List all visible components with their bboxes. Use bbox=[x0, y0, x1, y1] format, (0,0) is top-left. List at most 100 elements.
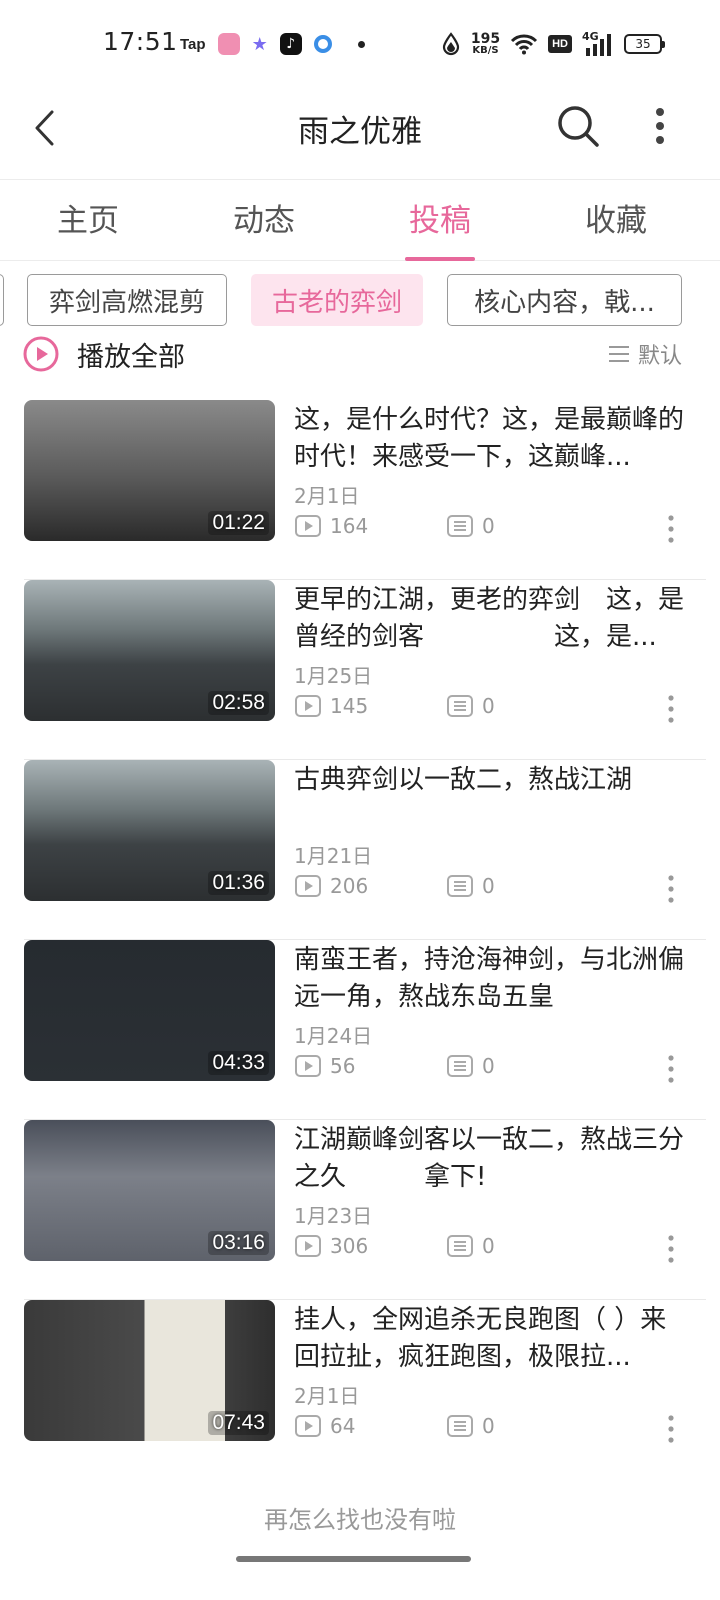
more-notifications-dot bbox=[357, 40, 365, 48]
more-vertical-icon[interactable] bbox=[664, 514, 678, 544]
tab-home[interactable]: 主页 bbox=[0, 181, 176, 261]
view-count: 306 bbox=[294, 1232, 368, 1260]
comment-count: 0 bbox=[446, 872, 495, 900]
search-icon bbox=[558, 106, 599, 147]
net-speed: 195 KB/S bbox=[470, 31, 501, 56]
more-vertical-icon[interactable] bbox=[664, 1414, 678, 1444]
comment-icon bbox=[447, 1055, 473, 1077]
video-item[interactable]: 07:43 挂人，全网追杀无良跑图（ ）来回拉扯，疯狂跑图，极限拉... 2月1日 6… bbox=[0, 1300, 720, 1480]
video-date: 1月23日 bbox=[294, 1204, 373, 1228]
video-thumbnail[interactable]: 07:43 bbox=[24, 1300, 275, 1441]
end-of-list-text: 再怎么找也没有啦 bbox=[264, 1506, 456, 1534]
more-vertical-icon[interactable] bbox=[664, 1234, 678, 1264]
chip-collection-1[interactable]: 弈剑高燃混剪 bbox=[27, 274, 227, 326]
video-duration: 02:58 bbox=[208, 691, 269, 715]
video-stats: 64 0 bbox=[294, 1412, 694, 1440]
video-item[interactable]: 03:16 江湖巅峰剑客以一敌二，熬战三分之久 拿下! 1月23日 306 0 bbox=[0, 1120, 720, 1300]
view-count: 56 bbox=[294, 1052, 355, 1080]
home-indicator[interactable] bbox=[236, 1556, 471, 1562]
comment-icon bbox=[447, 695, 473, 717]
comment-icon bbox=[447, 515, 473, 537]
active-tab-indicator bbox=[405, 257, 475, 261]
cellular-signal-icon: 4G bbox=[582, 30, 614, 56]
comment-icon bbox=[447, 875, 473, 897]
video-title[interactable]: 江湖巅峰剑客以一敌二，熬战三分之久 拿下! bbox=[294, 1122, 686, 1196]
video-stats: 145 0 bbox=[294, 692, 694, 720]
video-date: 2月1日 bbox=[294, 1384, 360, 1408]
video-stats: 56 0 bbox=[294, 1052, 694, 1080]
more-options-button[interactable] bbox=[642, 102, 678, 150]
comment-count: 0 bbox=[446, 512, 495, 540]
play-all-button[interactable]: 播放全部 bbox=[77, 335, 185, 374]
video-duration: 04:33 bbox=[208, 1051, 269, 1075]
status-bar: 17:51 Tap ★ ♪ 195 KB/S HD 4G 35 bbox=[0, 0, 720, 88]
tab-dynamics[interactable]: 动态 bbox=[176, 181, 352, 261]
sort-button[interactable]: 默认 bbox=[608, 338, 682, 370]
video-title[interactable]: 更早的江湖，更老的弈剑 这，是曾经的剑客 这，是... bbox=[294, 582, 686, 656]
taptap-icon: Tap bbox=[180, 35, 206, 53]
view-count: 145 bbox=[294, 692, 368, 720]
video-stats: 306 0 bbox=[294, 1232, 694, 1260]
chip-previous[interactable] bbox=[0, 274, 4, 326]
video-thumbnail[interactable]: 01:36 bbox=[24, 760, 275, 901]
page-title: 雨之优雅 bbox=[298, 114, 422, 150]
tab-uploads[interactable]: 投稿 bbox=[352, 181, 528, 261]
video-duration: 01:22 bbox=[208, 511, 269, 535]
notification-icons: Tap ★ ♪ bbox=[180, 30, 365, 58]
play-count-icon bbox=[295, 1055, 321, 1077]
play-count-icon bbox=[295, 1235, 321, 1257]
video-title[interactable]: 古典弈剑以一敌二，熬战江湖 bbox=[294, 762, 686, 836]
video-thumbnail[interactable]: 02:58 bbox=[24, 580, 275, 721]
chip-collection-3[interactable]: 核心内容，戟... bbox=[447, 274, 682, 326]
video-stats: 206 0 bbox=[294, 872, 694, 900]
comment-icon bbox=[447, 1235, 473, 1257]
bilibili-app-icon bbox=[217, 33, 240, 55]
video-date: 2月1日 bbox=[294, 484, 360, 508]
video-item[interactable]: 02:58 更早的江湖，更老的弈剑 这，是曾经的剑客 这，是... 1月25日 145… bbox=[0, 580, 720, 760]
hd-badge: HD bbox=[548, 35, 572, 53]
status-time: 17:51 bbox=[103, 27, 178, 56]
video-title[interactable]: 南蛮王者，持沧海神剑，与北洲偏远一角，熬战东岛五皇 bbox=[294, 942, 686, 1016]
view-count: 206 bbox=[294, 872, 368, 900]
play-count-icon bbox=[295, 695, 321, 717]
play-count-icon bbox=[295, 515, 321, 537]
comment-count: 0 bbox=[446, 1052, 495, 1080]
sort-lines-icon bbox=[608, 346, 629, 362]
video-item[interactable]: 01:36 古典弈剑以一敌二，熬战江湖 1月21日 206 0 bbox=[0, 760, 720, 940]
video-date: 1月25日 bbox=[294, 664, 373, 688]
comment-count: 0 bbox=[446, 1232, 495, 1260]
wifi-icon bbox=[511, 34, 538, 55]
video-thumbnail[interactable]: 01:22 bbox=[24, 400, 275, 541]
video-item[interactable]: 04:33 南蛮王者，持沧海神剑，与北洲偏远一角，熬战东岛五皇 1月24日 56 0 bbox=[0, 940, 720, 1120]
video-thumbnail[interactable]: 03:16 bbox=[24, 1120, 275, 1261]
comment-count: 0 bbox=[446, 692, 495, 720]
profile-tabs: 主页 动态 投稿 收藏 bbox=[0, 181, 720, 261]
video-thumbnail[interactable]: 04:33 bbox=[24, 940, 275, 1081]
top-app-bar: 雨之优雅 bbox=[0, 88, 720, 180]
more-vertical-icon[interactable] bbox=[664, 874, 678, 904]
video-duration: 07:43 bbox=[208, 1411, 269, 1435]
more-vertical-icon[interactable] bbox=[664, 694, 678, 724]
video-stats: 164 0 bbox=[294, 512, 694, 540]
comment-icon bbox=[447, 1415, 473, 1437]
video-title[interactable]: 挂人，全网追杀无良跑图（ ）来回拉扯，疯狂跑图，极限拉... bbox=[294, 1302, 686, 1376]
search-button[interactable] bbox=[554, 102, 602, 150]
collection-chips: 弈剑高燃混剪 古老的弈剑 核心内容，戟... bbox=[0, 272, 720, 328]
view-count: 164 bbox=[294, 512, 368, 540]
play-count-icon bbox=[295, 1415, 321, 1437]
video-date: 1月21日 bbox=[294, 844, 373, 868]
video-date: 1月24日 bbox=[294, 1024, 373, 1048]
play-circle-icon[interactable] bbox=[22, 335, 60, 373]
video-item[interactable]: 01:22 这，是什么时代？这，是最巅峰的时代！来感受一下，这巅峰... 2月1日 1… bbox=[0, 400, 720, 580]
more-vertical-icon[interactable] bbox=[664, 1054, 678, 1084]
system-indicators: 195 KB/S HD 4G 35 bbox=[441, 28, 665, 60]
video-title[interactable]: 这，是什么时代？这，是最巅峰的时代！来感受一下，这巅峰... bbox=[294, 402, 686, 476]
chip-collection-2[interactable]: 古老的弈剑 bbox=[251, 274, 423, 326]
view-count: 64 bbox=[294, 1412, 355, 1440]
battery-icon: 35 bbox=[624, 34, 665, 54]
browser-app-icon bbox=[313, 35, 332, 53]
video-duration: 01:36 bbox=[208, 871, 269, 895]
play-count-icon bbox=[295, 875, 321, 897]
tab-favorites[interactable]: 收藏 bbox=[528, 181, 704, 261]
video-duration: 03:16 bbox=[208, 1231, 269, 1255]
